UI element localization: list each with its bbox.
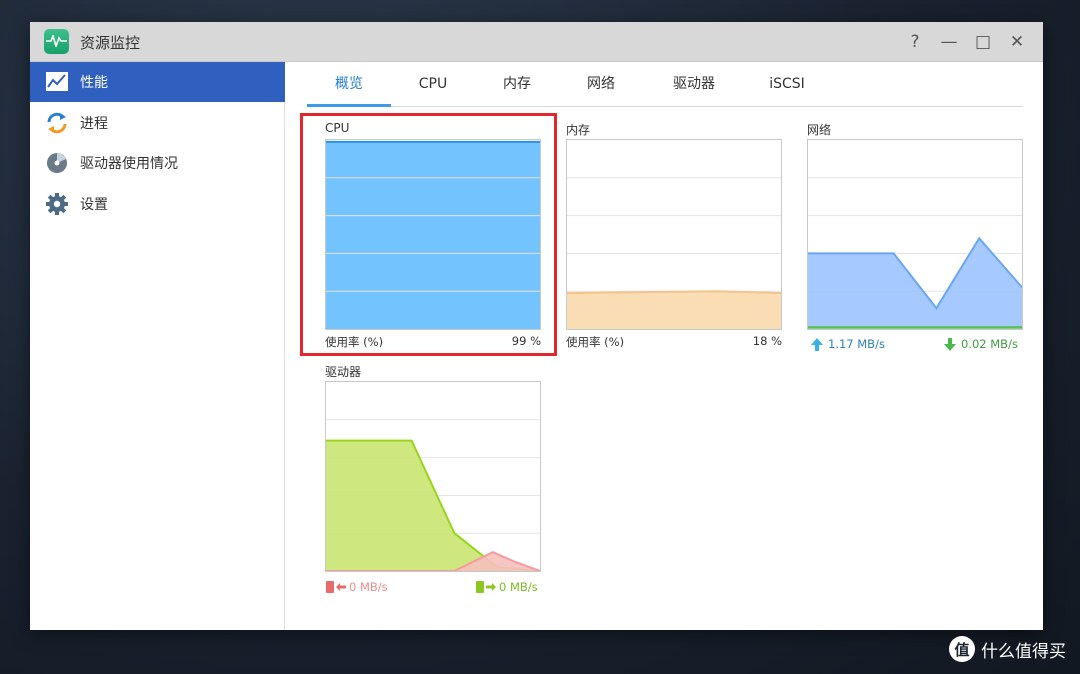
watermark-logo-icon: 值 — [949, 636, 975, 662]
memory-usage-graph[interactable] — [566, 139, 782, 330]
network-upload-value: 1.17 MB/s — [828, 337, 885, 351]
sidebar-item-performance[interactable]: 性能 — [30, 62, 285, 102]
network-upload: 1.17 MB/s — [811, 337, 885, 351]
memory-series-area — [567, 291, 781, 329]
drive-read-icon — [326, 581, 346, 593]
help-button[interactable]: ? — [903, 30, 927, 54]
network-chart-svg — [808, 177, 1022, 329]
drive-write-icon — [476, 581, 496, 593]
sidebar-item-process[interactable]: 进程 — [30, 103, 285, 143]
network-download-value: 0.02 MB/s — [961, 337, 1018, 351]
resource-monitor-app-icon — [44, 29, 69, 54]
drive-read-value: 0 MB/s — [349, 580, 388, 594]
process-cycle-icon — [45, 111, 69, 135]
tab-bar: 概览 CPU 内存 网络 驱动器 iSCSI — [307, 72, 1023, 107]
cpu-series-area — [326, 141, 540, 329]
watermark-text: 什么值得买 — [981, 641, 1066, 662]
title-bar[interactable]: 资源监控 ? — □ ✕ — [30, 22, 1043, 62]
drive-write-value: 0 MB/s — [499, 580, 538, 594]
sidebar-item-label: 设置 — [80, 197, 108, 213]
sidebar-item-settings[interactable]: 设置 — [30, 184, 285, 224]
sidebar-item-drive-usage[interactable]: 驱动器使用情况 — [30, 143, 285, 183]
sidebar: 性能 进程 驱动器使用情况 设置 — [30, 62, 285, 630]
memory-panel-title: 内存 — [566, 123, 591, 137]
sidebar-item-label: 驱动器使用情况 — [80, 156, 178, 172]
download-arrow-icon — [944, 337, 956, 351]
maximize-button[interactable]: □ — [971, 30, 995, 54]
disk-usage-icon — [45, 151, 69, 175]
drive-read: 0 MB/s — [326, 580, 388, 594]
memory-chart-svg — [567, 177, 781, 329]
resource-monitor-window: 资源监控 ? — □ ✕ 性能 进程 驱动器使用情况 设置 概览 CPU 内存 … — [30, 22, 1043, 630]
close-button[interactable]: ✕ — [1005, 30, 1029, 54]
cpu-usage-label: 使用率 (%) — [325, 335, 384, 349]
drive-write-series-area — [326, 440, 540, 571]
cpu-panel-title: CPU — [325, 121, 350, 135]
upload-arrow-icon — [811, 337, 823, 351]
sidebar-item-label: 进程 — [80, 116, 108, 132]
drive-usage-graph[interactable] — [325, 381, 541, 572]
window-title: 资源监控 — [80, 34, 141, 52]
tab-overview[interactable]: 概览 — [307, 72, 391, 107]
memory-usage-value: 18 % — [752, 334, 782, 348]
tab-network[interactable]: 网络 — [571, 72, 631, 107]
tab-memory[interactable]: 内存 — [487, 72, 547, 107]
gear-icon — [45, 192, 69, 216]
network-usage-graph[interactable] — [807, 139, 1023, 330]
smzdm-watermark: 值 什么值得买 — [949, 636, 1066, 662]
cpu-usage-value: 99 % — [511, 334, 541, 348]
tab-iscsi[interactable]: iSCSI — [755, 72, 819, 107]
network-download: 0.02 MB/s — [944, 337, 1018, 351]
tab-drive[interactable]: 驱动器 — [657, 72, 731, 107]
drive-chart-svg — [326, 419, 540, 571]
main-content: 概览 CPU 内存 网络 驱动器 iSCSI CPU 使用率 (%) 99 % … — [286, 62, 1043, 630]
cpu-chart-svg — [326, 140, 540, 329]
drive-write: 0 MB/s — [476, 580, 538, 594]
drive-panel-title: 驱动器 — [325, 365, 362, 379]
sidebar-item-label: 性能 — [80, 75, 108, 91]
performance-chart-icon — [45, 70, 69, 94]
cpu-usage-graph[interactable] — [325, 139, 541, 330]
memory-usage-label: 使用率 (%) — [566, 335, 625, 349]
tab-cpu[interactable]: CPU — [403, 72, 463, 107]
minimize-button[interactable]: — — [937, 30, 961, 54]
network-panel-title: 网络 — [807, 123, 832, 137]
